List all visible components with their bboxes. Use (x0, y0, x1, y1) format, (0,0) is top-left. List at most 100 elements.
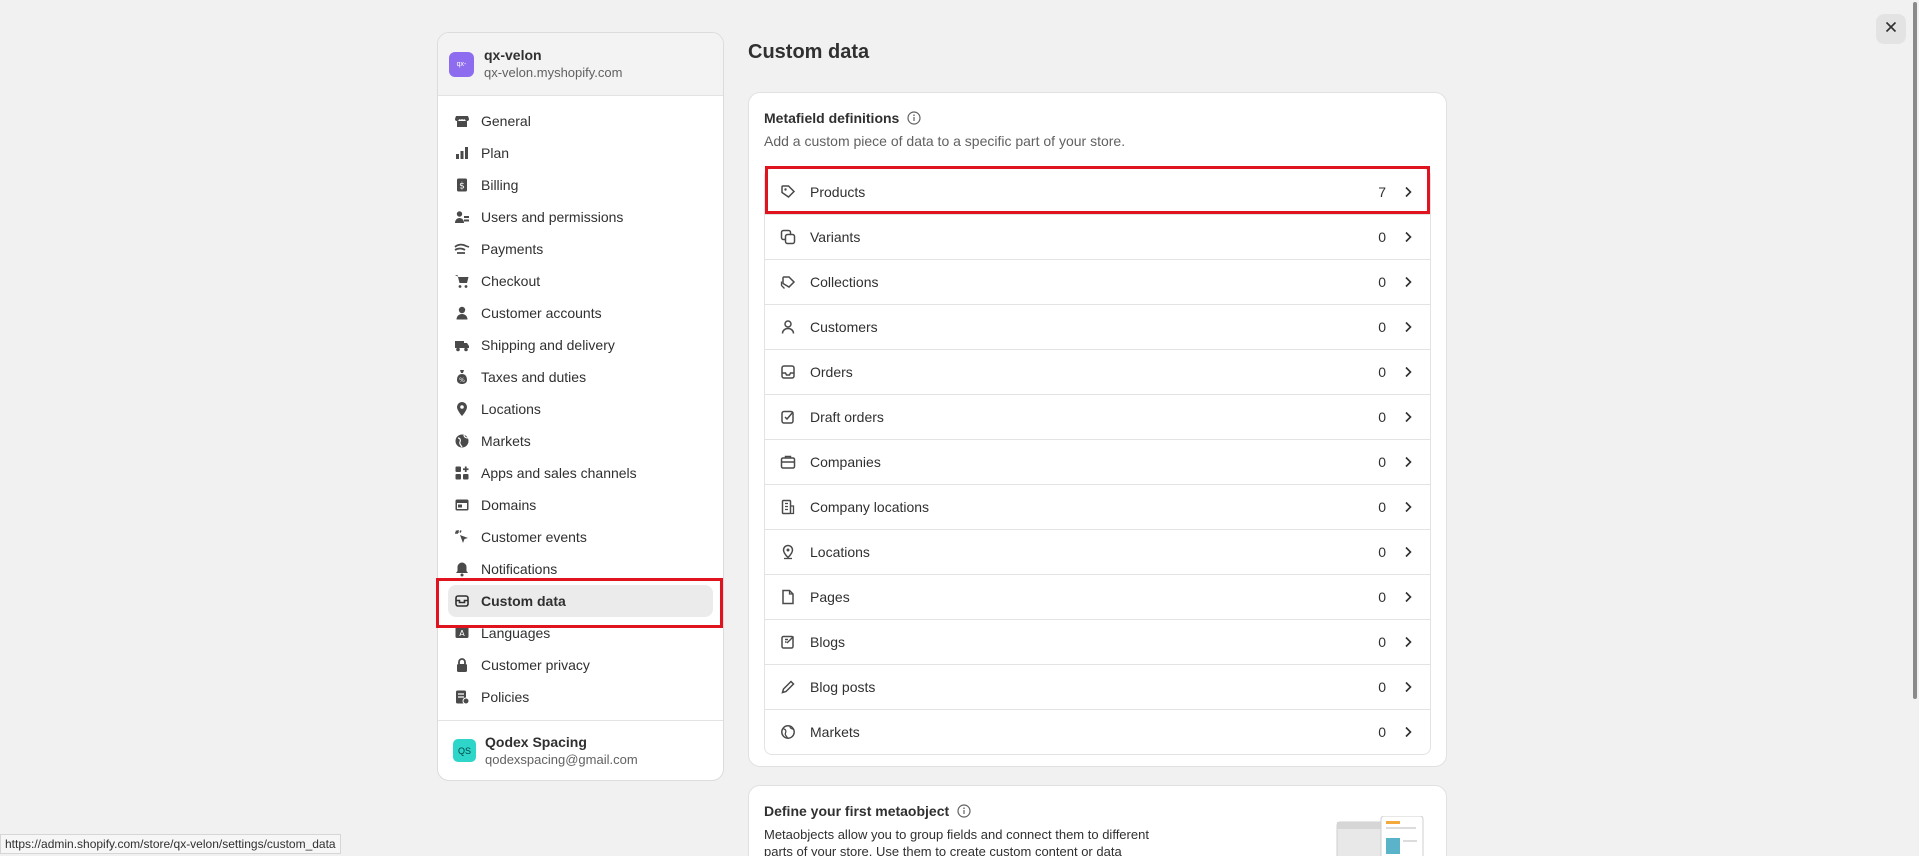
location-pin-icon (454, 401, 470, 417)
sidebar-item-label: Customer accounts (481, 305, 602, 321)
sidebar-item-label: Payments (481, 241, 544, 257)
row-label: Customers (810, 319, 878, 335)
globe-icon (454, 433, 470, 449)
sidebar-item-label: General (481, 113, 531, 129)
sidebar-item-users[interactable]: Users and permissions (448, 201, 713, 233)
row-label: Variants (810, 229, 861, 245)
sidebar-item-customer-privacy[interactable]: Customer privacy (448, 649, 713, 681)
resource-row-company-locations[interactable]: Company locations 0 (765, 484, 1430, 529)
page-icon (780, 589, 796, 605)
sidebar-item-taxes[interactable]: % Taxes and duties (448, 361, 713, 393)
store-name: qx-velon (484, 47, 542, 63)
sidebar-item-label: Users and permissions (481, 209, 624, 225)
sidebar-item-label: Shipping and delivery (481, 337, 615, 353)
resource-row-blogs[interactable]: Blogs 0 (765, 619, 1430, 664)
user-email: qodexspacing@gmail.com (485, 752, 638, 767)
sidebar-item-shipping[interactable]: Shipping and delivery (448, 329, 713, 361)
sidebar-item-languages[interactable]: A Languages (448, 617, 713, 649)
row-label: Companies (810, 454, 881, 470)
metaobject-description: Metaobjects allow you to group fields an… (764, 827, 1149, 856)
scrollbar-thumb[interactable] (1913, 2, 1917, 699)
sidebar-item-locations[interactable]: Locations (448, 393, 713, 425)
chevron-right-icon (1398, 274, 1418, 290)
sidebar-item-policies[interactable]: Policies (448, 681, 713, 713)
chevron-right-icon (1398, 229, 1418, 245)
row-count: 0 (1378, 589, 1386, 605)
info-icon[interactable] (957, 804, 971, 818)
sidebar-item-label: Domains (481, 497, 537, 513)
row-label: Orders (810, 364, 853, 380)
chevron-right-icon (1398, 589, 1418, 605)
metafield-definitions-subtitle: Add a custom piece of data to a specific… (764, 133, 1126, 149)
card-title-text: Define your first metaobject (764, 803, 950, 819)
store-header[interactable]: qx- qx-velon qx-velon.myshopify.com (438, 33, 723, 96)
resource-row-collections[interactable]: Collections 0 (765, 259, 1430, 304)
avatar: QS (453, 739, 476, 762)
sidebar-item-customer-events[interactable]: Customer events (448, 521, 713, 553)
resource-row-customers[interactable]: Customers 0 (765, 304, 1430, 349)
sidebar-item-payments[interactable]: Payments (448, 233, 713, 265)
inbox-icon (780, 364, 796, 380)
resource-list: Products 7 Variants 0 Collections 0 Cust… (764, 168, 1431, 755)
pencil-icon (780, 679, 796, 695)
sidebar-item-label: Plan (481, 145, 510, 161)
location-pin-icon (780, 544, 796, 560)
user-account[interactable]: QS Qodex Spacing qodexspacing@gmail.com (438, 720, 723, 780)
resource-row-draft-orders[interactable]: Draft orders 0 (765, 394, 1430, 439)
sidebar-item-billing[interactable]: $ Billing (448, 169, 713, 201)
sidebar-item-label: Customer privacy (481, 657, 590, 673)
sidebar-item-apps[interactable]: Apps and sales channels (448, 457, 713, 489)
row-label: Blog posts (810, 679, 876, 695)
row-label: Company locations (810, 499, 930, 515)
info-icon[interactable] (907, 111, 921, 125)
collection-icon (780, 274, 796, 290)
resource-row-orders[interactable]: Orders 0 (765, 349, 1430, 394)
sidebar-item-general[interactable]: General (448, 105, 713, 137)
person-icon (454, 305, 470, 321)
user-name: Qodex Spacing (485, 734, 587, 750)
sidebar-item-domains[interactable]: Domains (448, 489, 713, 521)
resource-row-variants[interactable]: Variants 0 (765, 214, 1430, 259)
row-label: Draft orders (810, 409, 884, 425)
chevron-right-icon (1398, 724, 1418, 740)
lock-icon (454, 657, 470, 673)
settings-sidebar: qx- qx-velon qx-velon.myshopify.com Gene… (437, 32, 724, 781)
metaobject-title: Define your first metaobject (764, 803, 971, 819)
sidebar-item-customer-accounts[interactable]: Customer accounts (448, 297, 713, 329)
card-title-text: Metafield definitions (764, 110, 900, 126)
tax-icon: % (454, 369, 470, 385)
resource-row-markets[interactable]: Markets 0 (765, 709, 1430, 754)
sidebar-item-plan[interactable]: Plan (448, 137, 713, 169)
sidebar-item-notifications[interactable]: Notifications (448, 553, 713, 585)
globe-icon (780, 724, 796, 740)
resource-row-blog-posts[interactable]: Blog posts 0 (765, 664, 1430, 709)
resource-row-locations[interactable]: Locations 0 (765, 529, 1430, 574)
row-count: 0 (1378, 544, 1386, 560)
person-icon (780, 319, 796, 335)
row-count: 0 (1378, 499, 1386, 515)
sidebar-item-checkout[interactable]: Checkout (448, 265, 713, 297)
metafield-definitions-card: Metafield definitions Add a custom piece… (748, 92, 1447, 767)
sidebar-item-label: Languages (481, 625, 551, 641)
chevron-right-icon (1398, 499, 1418, 515)
sidebar-item-custom-data[interactable]: Custom data (448, 585, 713, 617)
status-bar-url: https://admin.shopify.com/store/qx-velon… (0, 834, 341, 854)
company-icon (780, 454, 796, 470)
store-icon (454, 113, 470, 129)
sidebar-item-label: Apps and sales channels (481, 465, 637, 481)
row-count: 0 (1378, 409, 1386, 425)
resource-row-pages[interactable]: Pages 0 (765, 574, 1430, 619)
row-label: Blogs (810, 634, 846, 650)
close-button[interactable] (1876, 14, 1906, 44)
resource-row-products[interactable]: Products 7 (765, 169, 1430, 214)
sidebar-item-label: Locations (481, 401, 541, 417)
receipt-icon: $ (454, 177, 470, 193)
resource-row-companies[interactable]: Companies 0 (765, 439, 1430, 484)
sidebar-item-markets[interactable]: Markets (448, 425, 713, 457)
sidebar-item-label: Notifications (481, 561, 558, 577)
apps-icon (454, 465, 470, 481)
chevron-right-icon (1398, 184, 1418, 200)
page-title: Custom data (748, 41, 870, 63)
store-domain: qx-velon.myshopify.com (484, 65, 623, 80)
language-icon: A (454, 625, 470, 641)
